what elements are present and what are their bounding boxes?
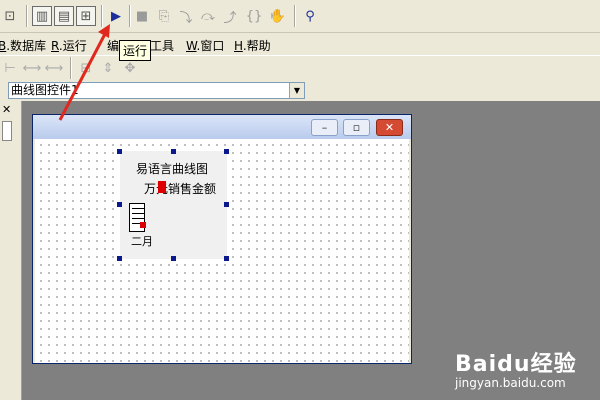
center-vertical-icon[interactable]: ⇕ [98, 58, 118, 78]
baidu-watermark: Baidu经验 jingyan.baidu.com [440, 340, 600, 400]
resize-handle[interactable] [117, 256, 122, 261]
menu-label: 编 [107, 39, 120, 53]
step-over-icon[interactable]: ⤼ [198, 6, 218, 26]
data-point [140, 222, 146, 228]
center-horizontal-icon[interactable]: ⊟ [76, 58, 96, 78]
resize-handle[interactable] [224, 202, 229, 207]
alignment-toolbar: ⊢ ⟷ ⟷ ⊟ ⇕ ✥ [0, 55, 600, 79]
menu-item-database[interactable]: B.数据库 [0, 37, 46, 54]
chart-unit-label: 万元销售金额 [144, 180, 216, 197]
resize-handle[interactable] [171, 256, 176, 261]
y-tick [132, 213, 144, 214]
stop-icon[interactable]: ■ [132, 6, 152, 26]
hand-icon[interactable]: ✋ [268, 6, 288, 26]
same-width-icon[interactable]: ⟷ [22, 58, 42, 78]
preview-icon[interactable]: ⊡ [0, 6, 20, 26]
layout-grid-icon[interactable]: ⊞ [76, 6, 96, 26]
braces-icon[interactable]: {} [244, 6, 264, 26]
chart-legend-label: 销售金额 [168, 182, 217, 196]
layout-vertical-icon[interactable]: ▥ [32, 6, 52, 26]
maximize-icon[interactable]: ▫ [343, 119, 370, 136]
same-height-icon[interactable]: ⟷ [44, 58, 64, 78]
menu-item-window[interactable]: W.窗口 [186, 37, 224, 54]
legend-swatch [158, 181, 166, 193]
watermark-logo: Baidu经验 [455, 352, 577, 377]
menu-label: 数据库 [10, 39, 47, 53]
left-panel: ✕ [0, 101, 22, 400]
toolbar-separator [101, 5, 103, 27]
menu-item-run[interactable]: R.运行 [51, 37, 87, 54]
step-into-icon[interactable]: ⤵ [176, 6, 196, 26]
y-tick [132, 208, 144, 209]
menu-item-help[interactable]: H.帮助 [234, 37, 271, 54]
center-both-icon[interactable]: ✥ [120, 58, 140, 78]
minimize-icon[interactable]: – [311, 119, 338, 136]
toolbar-separator [294, 5, 296, 27]
menu-accelerator: W [186, 39, 197, 53]
watermark-url: jingyan.baidu.com [455, 376, 566, 390]
toolbar-separator [70, 57, 72, 79]
resize-handle[interactable] [117, 149, 122, 154]
binoculars-icon[interactable]: ⚲ [300, 6, 320, 26]
step-icon[interactable]: ⎘ [154, 6, 174, 26]
toolbar-separator [129, 5, 131, 27]
curve-chart-control[interactable]: 易语言曲线图 万元销售金额 二月 [120, 151, 227, 259]
run-tooltip: 运行 [119, 40, 152, 61]
close-icon[interactable]: ✕ [376, 119, 403, 136]
x-tick-label: 二月 [131, 235, 153, 248]
chart-plot-area [129, 203, 146, 232]
y-tick [132, 218, 144, 219]
chevron-down-icon[interactable]: ▼ [289, 83, 304, 98]
panel-scroll-handle[interactable] [2, 121, 12, 141]
step-out-icon[interactable]: ⤴ [220, 6, 240, 26]
menu-accelerator: B [0, 39, 7, 53]
menu-accelerator: R [51, 39, 59, 53]
menu-label: 运行 [62, 39, 87, 53]
play-icon[interactable]: ▶ [106, 6, 126, 26]
layout-horizontal-icon[interactable]: ▤ [54, 6, 74, 26]
menu-item-edit[interactable]: 编 [107, 37, 119, 54]
menu-bar: B.数据库 R.运行 编 工具 W.窗口 H.帮助 [0, 33, 600, 55]
chart-title: 易语言曲线图 [136, 162, 209, 176]
main-toolbar: ⊡ ▥ ▤ ⊞ ▶ ■ ⎘ ⤵ ⤼ ⤴ {} ↦ ✋ ⚲ [0, 0, 600, 33]
control-selector-combo[interactable]: 曲线图控件1 ▼ [8, 82, 305, 99]
resize-handle[interactable] [171, 149, 176, 154]
combo-value: 曲线图控件1 [11, 83, 79, 97]
close-icon[interactable]: ✕ [2, 103, 11, 116]
menu-label: 窗口 [200, 39, 225, 53]
align-left-icon[interactable]: ⊢ [0, 58, 20, 78]
menu-item-tools[interactable]: 工具 [150, 37, 174, 54]
resize-handle[interactable] [224, 256, 229, 261]
resize-handle[interactable] [117, 202, 122, 207]
menu-label: 工具 [150, 39, 175, 53]
resize-handle[interactable] [224, 149, 229, 154]
form-titlebar[interactable]: – ▫ ✕ [33, 115, 411, 139]
menu-accelerator: H [234, 39, 243, 53]
menu-label: 帮助 [246, 39, 271, 53]
toolbar-separator [26, 5, 28, 27]
